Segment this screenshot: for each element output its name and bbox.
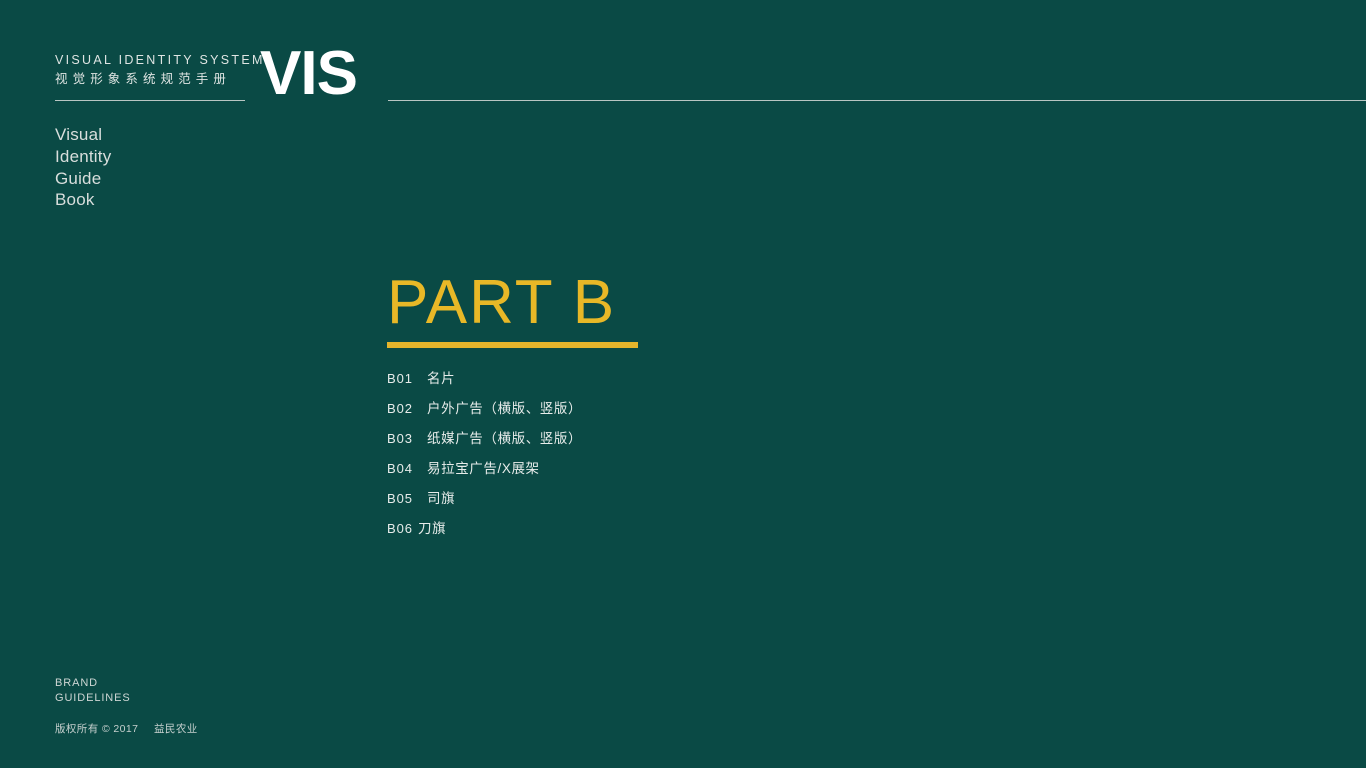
header-rule-long bbox=[388, 100, 1366, 101]
header-title-cn: 视觉形象系统规范手册 bbox=[55, 72, 232, 86]
sidebar-wordmark-line: Book bbox=[55, 190, 95, 210]
sidebar-wordmark: Visual Identity Guide Book bbox=[55, 124, 111, 211]
sidebar-wordmark-line: Guide bbox=[55, 168, 102, 188]
copyright-symbol: © bbox=[101, 723, 111, 735]
toc-item-b01[interactable]: B01 名片 bbox=[387, 367, 807, 397]
part-title-block: PART B bbox=[387, 272, 638, 348]
copyright-notice: 版权所有 © 2017 益民农业 bbox=[55, 721, 198, 736]
toc-item-b03[interactable]: B03 纸媒广告（横版、竖版） bbox=[387, 427, 807, 457]
part-title: PART B bbox=[387, 268, 617, 337]
toc-item-code: B05 bbox=[387, 491, 413, 506]
footer-brand-line-2: GUIDELINES bbox=[55, 691, 131, 704]
part-title-underline-bar bbox=[387, 342, 638, 348]
table-of-contents: B01 名片 B02 户外广告（横版、竖版） B03 纸媒广告（横版、竖版） B… bbox=[387, 367, 807, 547]
toc-item-b04[interactable]: B04 易拉宝广告/X展架 bbox=[387, 457, 807, 487]
copyright-prefix: 版权所有 bbox=[55, 723, 99, 735]
copyright-year: 2017 bbox=[113, 723, 139, 735]
toc-item-code: B03 bbox=[387, 431, 413, 446]
page-footer: BRAND GUIDELINES 版权所有 © 2017 益民农业 bbox=[55, 676, 198, 736]
toc-item-label: 易拉宝广告/X展架 bbox=[427, 461, 540, 476]
toc-item-label: 司旗 bbox=[427, 491, 456, 506]
header-title-en: VISUAL IDENTITY SYSTEM bbox=[55, 53, 265, 67]
header-rule-short bbox=[55, 100, 245, 101]
sidebar-wordmark-line: Visual bbox=[55, 125, 103, 144]
page-header: VISUAL IDENTITY SYSTEM 视觉形象系统规范手册 VIS bbox=[0, 0, 1366, 115]
vis-logotype: VIS bbox=[260, 39, 358, 108]
toc-item-b06[interactable]: B06 刀旗 bbox=[387, 517, 807, 547]
toc-item-code: B01 bbox=[387, 371, 413, 386]
sidebar-wordmark-line: Identity bbox=[55, 146, 112, 166]
toc-item-code: B06 bbox=[387, 521, 413, 536]
toc-item-label: 刀旗 bbox=[418, 521, 447, 536]
toc-item-b02[interactable]: B02 户外广告（横版、竖版） bbox=[387, 397, 807, 427]
toc-item-b05[interactable]: B05 司旗 bbox=[387, 487, 807, 517]
slide-page: VISUAL IDENTITY SYSTEM 视觉形象系统规范手册 VIS Vi… bbox=[0, 0, 1366, 768]
toc-item-code: B04 bbox=[387, 461, 413, 476]
toc-item-label: 名片 bbox=[427, 371, 456, 386]
footer-brand-line-1: BRAND bbox=[55, 677, 99, 689]
toc-item-label: 纸媒广告（横版、竖版） bbox=[427, 431, 583, 446]
header-title-block: VISUAL IDENTITY SYSTEM 视觉形象系统规范手册 bbox=[55, 52, 265, 89]
toc-item-label: 户外广告（横版、竖版） bbox=[427, 401, 583, 416]
toc-item-code: B02 bbox=[387, 401, 413, 416]
copyright-owner: 益民农业 bbox=[154, 723, 198, 735]
